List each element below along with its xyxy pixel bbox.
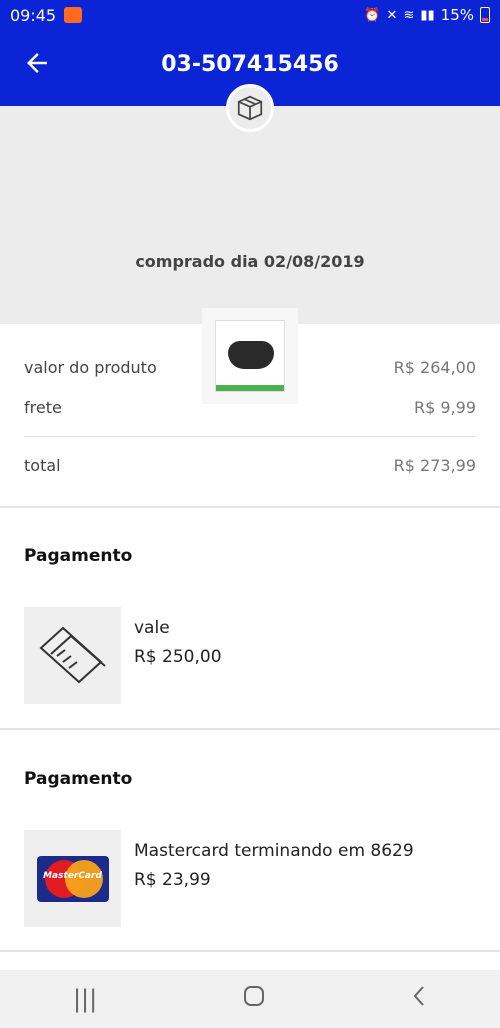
payment-method: vale <box>134 618 170 638</box>
status-time: 09:45 <box>10 5 57 25</box>
summary-label: valor do produto <box>24 358 157 377</box>
voucher-icon <box>39 626 106 683</box>
purchase-date: comprado dia 02/08/2019 <box>135 252 365 271</box>
section-divider <box>0 506 500 508</box>
back-nav-icon[interactable] <box>411 985 427 1013</box>
wifi-icon: ≋ <box>403 7 415 23</box>
payment-amount: R$ 23,99 <box>134 870 211 890</box>
mastercard-logo-text: MasterCard <box>43 870 102 881</box>
total-value: R$ 273,99 <box>393 456 476 475</box>
section-divider <box>0 728 500 730</box>
summary-row-shipping: frete R$ 9,99 <box>24 398 476 417</box>
payment-title: Pagamento <box>24 546 133 566</box>
battery-icon <box>480 7 490 23</box>
total-label: total <box>24 456 61 475</box>
summary-value: R$ 264,00 <box>393 358 476 377</box>
section-divider <box>0 950 500 952</box>
controller-box <box>215 320 285 392</box>
order-number-title: 03-507415456 <box>161 52 339 77</box>
summary-row-product: valor do produto R$ 264,00 <box>24 358 476 377</box>
payment-thumb-voucher <box>24 607 121 704</box>
product-image[interactable] <box>202 308 298 404</box>
payment-title: Pagamento <box>24 769 133 789</box>
app-notification-icon <box>64 7 83 23</box>
payment-amount: R$ 250,00 <box>134 647 222 667</box>
summary-row-total: total R$ 273,99 <box>24 456 476 475</box>
status-bar: 09:45 ⏰ ✕ ≋ ▮▮ 15% <box>0 0 500 30</box>
divider <box>24 436 476 437</box>
mastercard-logo: MasterCard <box>36 855 109 902</box>
battery-percent: 15% <box>440 6 474 24</box>
order-header: comprado dia 02/08/2019 <box>0 106 500 404</box>
system-nav-bar: ||| <box>0 970 500 1028</box>
signal-icon: ▮▮ <box>420 7 435 23</box>
payment-thumb-card: MasterCard <box>24 830 121 927</box>
payment-method: Mastercard terminando em 8629 <box>134 841 414 861</box>
home-icon[interactable] <box>243 985 265 1013</box>
recent-apps-icon[interactable]: ||| <box>73 985 97 1013</box>
package-icon <box>226 84 274 132</box>
mute-icon: ✕ <box>386 7 398 23</box>
alarm-icon: ⏰ <box>364 7 381 23</box>
summary-value: R$ 9,99 <box>413 398 476 417</box>
summary-label: frete <box>24 398 62 417</box>
